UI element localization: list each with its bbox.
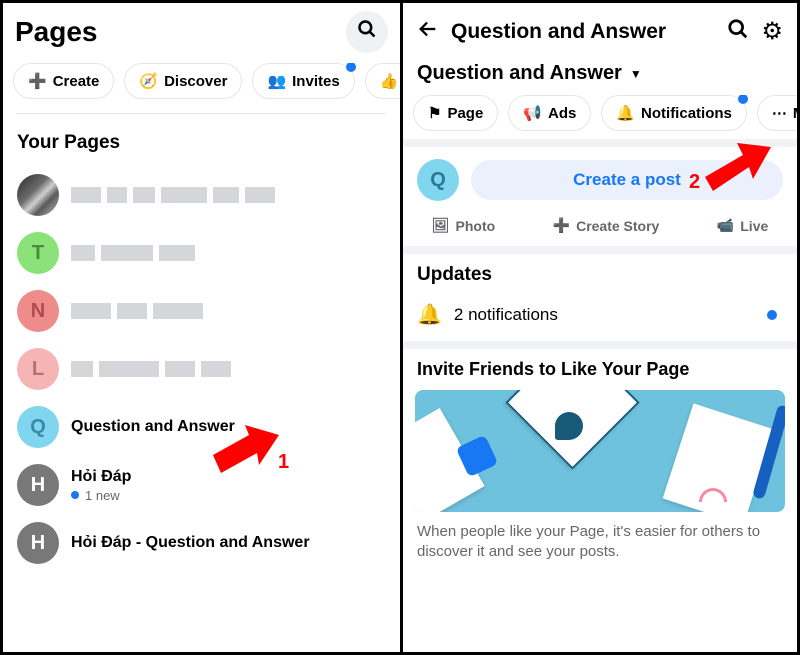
page-title: Pages [15, 16, 98, 48]
avatar: L [17, 348, 59, 390]
page-row[interactable]: L [3, 340, 400, 398]
page-avatar: Q [417, 159, 459, 201]
more-icon: ⋯ [772, 104, 787, 122]
tab-page[interactable]: ⚑Page [413, 95, 498, 131]
search-button[interactable] [727, 18, 749, 46]
composer-create-story[interactable]: ➕Create Story [553, 217, 660, 234]
tab-notifications[interactable]: 🔔Notifications [601, 95, 747, 131]
new-dot [71, 491, 79, 499]
page-name: Question and Answer [71, 418, 235, 436]
page-sub: 1 new [71, 488, 131, 503]
compass-icon: 🧭 [139, 72, 158, 90]
page-name: Hỏi Đáp - Question and Answer [71, 534, 310, 552]
chip-like[interactable]: 👍Like [365, 63, 400, 99]
avatar: H [17, 522, 59, 564]
avatar: N [17, 290, 59, 332]
invite-description: When people like your Page, it's easier … [403, 512, 797, 563]
chevron-down-icon: ▼ [630, 67, 642, 81]
divider [403, 246, 797, 254]
divider [17, 113, 386, 114]
divider [403, 139, 797, 147]
page-row[interactable]: T [3, 224, 400, 282]
page-row-question-answer[interactable]: Q Question and Answer [3, 398, 400, 456]
notification-dot [738, 95, 748, 104]
page-row[interactable]: N [3, 282, 400, 340]
divider [403, 341, 797, 349]
page-name-dropdown[interactable]: Question and Answer ▼ [403, 54, 797, 95]
chip-discover[interactable]: 🧭Discover [124, 63, 242, 99]
tab-ads[interactable]: 📢Ads [508, 95, 591, 131]
updates-heading: Updates [403, 254, 797, 292]
invite-illustration [415, 390, 785, 512]
settings-button[interactable]: ⚙ [761, 17, 783, 46]
avatar: T [17, 232, 59, 274]
page-row[interactable] [3, 166, 400, 224]
back-button[interactable] [417, 18, 439, 46]
page-name: Hỏi Đáp [71, 468, 131, 486]
photo-icon: 🖼 [432, 217, 450, 234]
blurred-title [71, 245, 195, 261]
blurred-title [71, 361, 231, 377]
flag-icon: ⚑ [428, 104, 441, 122]
create-post-button[interactable]: Create a post [471, 160, 783, 200]
invite-heading: Invite Friends to Like Your Page [403, 349, 797, 390]
avatar: H [17, 464, 59, 506]
blurred-title [71, 303, 203, 319]
composer: Q Create a post [403, 147, 797, 213]
story-icon: ➕ [553, 217, 570, 234]
notifications-row[interactable]: 🔔 2 notifications [403, 292, 797, 341]
search-button[interactable] [346, 11, 388, 53]
your-pages-heading: Your Pages [3, 128, 400, 166]
people-icon: 👥 [267, 72, 286, 90]
blurred-title [71, 187, 275, 203]
tab-more[interactable]: ⋯More [757, 95, 797, 131]
composer-photo[interactable]: 🖼Photo [432, 217, 495, 234]
search-icon [357, 19, 377, 45]
composer-live[interactable]: 📹Live [717, 217, 768, 234]
page-row[interactable]: H Hỏi Đáp - Question and Answer [3, 514, 400, 572]
avatar: Q [17, 406, 59, 448]
bell-icon: 🔔 [417, 302, 442, 327]
page-row[interactable]: H Hỏi Đáp 1 new [3, 456, 400, 514]
header-title: Question and Answer [451, 20, 715, 44]
composer-actions: 🖼Photo ➕Create Story 📹Live [403, 213, 797, 246]
avatar [17, 174, 59, 216]
live-icon: 📹 [717, 217, 734, 234]
bell-icon: 🔔 [616, 104, 635, 122]
notification-dot [346, 63, 356, 72]
notification-dot [767, 310, 777, 320]
megaphone-icon: 📢 [523, 104, 542, 122]
top-chips: ➕Create 🧭Discover 👥Invites 👍Like [3, 63, 400, 113]
chip-create[interactable]: ➕Create [13, 63, 114, 99]
thumb-icon: 👍 [380, 72, 399, 90]
page-tabs: ⚑Page 📢Ads 🔔Notifications ⋯More [403, 95, 797, 139]
pages-list-screen: Pages ➕Create 🧭Discover 👥Invites 👍Like Y… [3, 3, 403, 652]
chip-invites[interactable]: 👥Invites [252, 63, 354, 99]
plus-icon: ➕ [28, 72, 47, 90]
page-detail-screen: Question and Answer ⚙ Question and Answe… [403, 3, 797, 652]
